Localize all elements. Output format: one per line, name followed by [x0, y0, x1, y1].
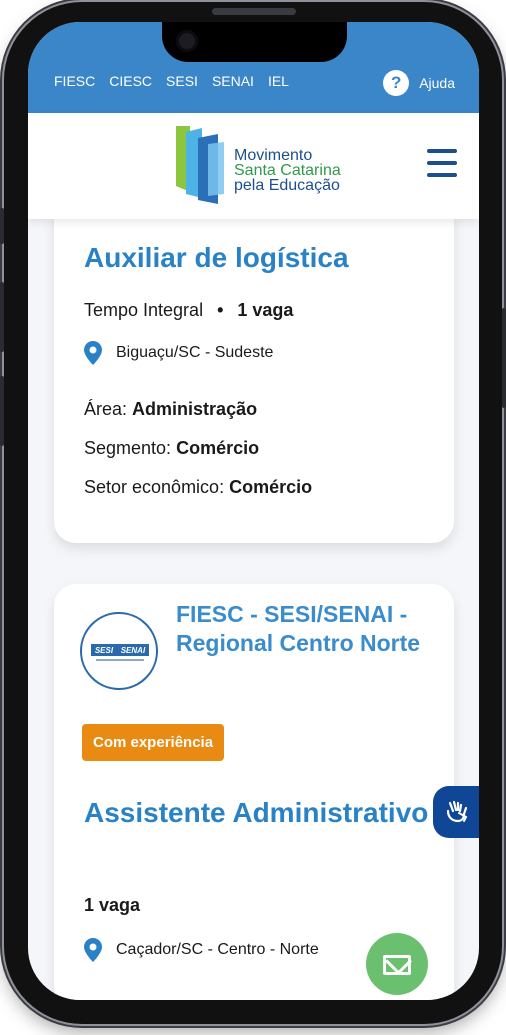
- job-schedule-row: Tempo Integral • 1 vaga: [84, 300, 293, 321]
- sector-value: Comércio: [229, 477, 313, 497]
- help-icon: ?: [383, 70, 410, 96]
- logo-mark-icon: [176, 126, 224, 204]
- job-area-row: Área: Administração: [84, 399, 257, 420]
- job-vacancies-row: 1 vaga: [84, 895, 140, 916]
- org-logo-bar: SESI SENAI: [91, 644, 149, 656]
- speaker-grille: [212, 8, 296, 15]
- area-label: Área:: [84, 399, 128, 419]
- segment-value: Comércio: [176, 438, 260, 458]
- help-link[interactable]: ? Ajuda: [383, 70, 455, 96]
- hamburger-menu-icon[interactable]: [427, 149, 457, 179]
- sign-language-button[interactable]: [433, 786, 479, 838]
- job-title[interactable]: Auxiliar de logística: [84, 239, 349, 277]
- location-pin-icon: [84, 341, 102, 365]
- top-link-fiesc[interactable]: FIESC: [54, 73, 95, 89]
- top-link-iel[interactable]: IEL: [268, 73, 289, 89]
- logo-line-1: Movimento: [234, 147, 313, 164]
- segment-label: Segmento:: [84, 438, 172, 458]
- screen: FIESC CIESC SESI SENAI IEL ? Ajuda Movim…: [28, 22, 479, 1000]
- job-vacancies: 1 vaga: [84, 895, 141, 915]
- top-link-sesi[interactable]: SESI: [166, 73, 198, 89]
- job-location: Caçador/SC - Centro - Norte: [84, 938, 319, 962]
- top-link-ciesc[interactable]: CIESC: [109, 73, 152, 89]
- front-camera: [176, 30, 198, 52]
- site-header: Movimento Santa Catarina pela Educação: [28, 113, 479, 219]
- org-logo-sesi: SESI: [94, 645, 114, 655]
- job-vacancies: 1 vaga: [237, 300, 294, 320]
- sector-label: Setor econômico:: [84, 477, 225, 497]
- area-value: Administração: [132, 399, 258, 419]
- job-title[interactable]: Assistente Administrativo: [84, 794, 428, 832]
- job-location: Biguaçu/SC - Sudeste: [84, 341, 273, 365]
- logo-text: Movimento Santa Catarina pela Educação: [234, 147, 341, 194]
- hands-sign-language-icon: [446, 800, 468, 823]
- org-logo-senai: SENAI: [120, 645, 146, 655]
- job-sector-row: Setor econômico: Comércio: [84, 477, 312, 498]
- experience-badge: Com experiência: [82, 724, 225, 761]
- job-card[interactable]: Auxiliar de logística Tempo Integral • 1 v…: [54, 219, 454, 543]
- logo-line-2: Santa Catarina: [234, 162, 341, 179]
- org-logo-tagline: [96, 659, 144, 661]
- notch: [162, 22, 347, 62]
- logo-line-3: pela Educação: [234, 177, 340, 194]
- contact-mail-button[interactable]: [366, 933, 428, 995]
- volume-down-button: [0, 376, 4, 446]
- envelope-icon: [383, 955, 411, 975]
- power-button: [502, 308, 506, 408]
- job-list: Auxiliar de logística Tempo Integral • 1 v…: [28, 219, 479, 1000]
- site-logo[interactable]: Movimento Santa Catarina pela Educação: [172, 124, 352, 208]
- mute-switch: [0, 208, 4, 244]
- top-links: FIESC CIESC SESI SENAI IEL: [54, 73, 289, 89]
- top-link-senai[interactable]: SENAI: [212, 73, 254, 89]
- job-segment-row: Segmento: Comércio: [84, 438, 259, 459]
- job-location-text: Biguaçu/SC - Sudeste: [116, 344, 274, 361]
- org-name[interactable]: FIESC - SESI/SENAI - Regional Centro Nor…: [176, 600, 446, 658]
- org-logo: SESI SENAI: [80, 612, 158, 690]
- volume-up-button: [0, 282, 4, 352]
- help-label: Ajuda: [419, 75, 455, 91]
- separator-dot: •: [217, 300, 224, 320]
- job-schedule: Tempo Integral: [84, 300, 204, 320]
- location-pin-icon: [84, 938, 102, 962]
- job-location-text: Caçador/SC - Centro - Norte: [116, 941, 319, 958]
